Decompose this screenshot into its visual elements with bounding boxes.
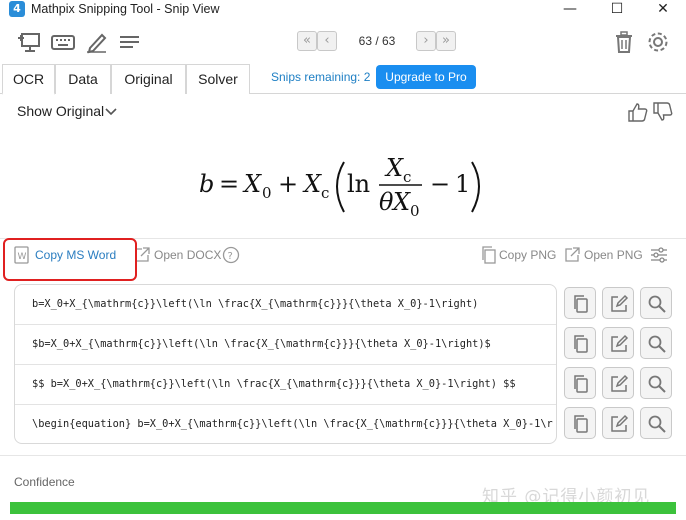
confidence-bar xyxy=(10,502,676,514)
trash-icon[interactable] xyxy=(611,30,637,54)
latex-row[interactable]: \begin{equation} b=X_0+X_{\mathrm{c}}\le… xyxy=(15,405,556,443)
math-preview: b = X 0 + X c ln X c θ X 0 − 1 xyxy=(0,128,686,236)
tab-solver[interactable]: Solver xyxy=(186,64,250,94)
search-icon xyxy=(648,295,666,313)
math-plus: + xyxy=(278,170,298,198)
maximize-button[interactable]: ☐ xyxy=(594,0,640,20)
edit-icon xyxy=(611,294,629,312)
copy-png-icon xyxy=(480,246,498,264)
thumbs-down-icon[interactable] xyxy=(652,101,674,123)
latex-row[interactable]: $b=X_0+X_{\mathrm{c}}\left(\ln \frac{X_{… xyxy=(15,325,556,365)
chevron-down-icon[interactable] xyxy=(104,104,118,118)
title-bar: 4 Mathpix Snipping Tool - Snip View — ☐ … xyxy=(0,0,686,20)
right-paren xyxy=(471,161,480,213)
copy-icon xyxy=(574,335,588,353)
snip-counter: 63 / 63 xyxy=(358,34,396,48)
search-row-3-button[interactable] xyxy=(640,367,672,399)
highlight-annotation-box xyxy=(3,238,137,281)
tab-ocr[interactable]: OCR xyxy=(2,64,55,95)
confidence-bar-fill xyxy=(10,502,676,514)
math-sub-c: c xyxy=(321,184,329,202)
prev-snip-button[interactable]: ‹ xyxy=(317,31,337,51)
confidence-label: Confidence xyxy=(14,475,75,489)
keyboard-icon[interactable] xyxy=(50,30,76,54)
first-snip-button[interactable]: « xyxy=(297,31,317,51)
edit-icon xyxy=(611,374,629,392)
copy-row-2-button[interactable] xyxy=(564,327,596,359)
search-icon xyxy=(648,335,666,353)
last-snip-button[interactable]: » xyxy=(436,31,456,51)
open-png-button[interactable]: Open PNG xyxy=(584,248,643,262)
latex-results-list: b=X_0+X_{\mathrm{c}}\left(\ln \frac{X_{\… xyxy=(14,284,557,444)
window-title: Mathpix Snipping Tool - Snip View xyxy=(31,2,220,16)
minimize-button[interactable]: — xyxy=(547,0,593,20)
open-docx-button[interactable]: Open DOCX xyxy=(154,248,221,262)
math-frac-num-x: X xyxy=(384,154,404,182)
math-frac-den-x: X xyxy=(391,188,411,216)
math-sub-0: 0 xyxy=(262,184,272,202)
math-ln: ln xyxy=(347,170,370,198)
screen-snip-icon[interactable] xyxy=(17,30,43,54)
tab-original[interactable]: Original xyxy=(111,64,186,94)
left-paren xyxy=(336,161,345,213)
tab-bar: OCR Data Original Solver Snips remaining… xyxy=(0,62,686,95)
settings-sliders-icon[interactable] xyxy=(650,246,668,264)
latex-row[interactable]: $$ b=X_0+X_{\mathrm{c}}\left(\ln \frac{X… xyxy=(15,365,556,405)
copy-row-4-button[interactable] xyxy=(564,407,596,439)
copy-png-button[interactable]: Copy PNG xyxy=(499,248,556,262)
thumbs-up-icon[interactable] xyxy=(627,101,649,123)
copy-icon xyxy=(574,295,588,313)
math-b: b xyxy=(199,170,214,198)
show-original-toggle[interactable]: Show Original xyxy=(17,103,104,119)
math-x0: X xyxy=(242,170,262,198)
math-minus: − xyxy=(430,170,450,198)
close-button[interactable]: ✕ xyxy=(640,0,686,20)
search-row-1-button[interactable] xyxy=(640,287,672,319)
copy-icon xyxy=(574,375,588,393)
help-icon[interactable]: ? xyxy=(222,246,240,264)
edit-icon xyxy=(611,414,629,432)
menu-icon[interactable] xyxy=(117,30,143,54)
upgrade-button[interactable]: Upgrade to Pro xyxy=(376,65,476,89)
snips-remaining: Snips remaining: 2 xyxy=(271,70,371,84)
svg-text:?: ? xyxy=(228,251,233,262)
math-equals: = xyxy=(219,170,239,198)
search-icon xyxy=(648,375,666,393)
math-theta: θ xyxy=(379,188,394,216)
math-frac-den-sub: 0 xyxy=(410,202,420,220)
latex-row[interactable]: b=X_0+X_{\mathrm{c}}\left(\ln \frac{X_{\… xyxy=(15,285,556,325)
toolbar: « ‹ 63 / 63 › » xyxy=(0,22,686,62)
open-png-icon xyxy=(563,246,581,264)
tab-data[interactable]: Data xyxy=(55,64,111,94)
search-row-4-button[interactable] xyxy=(640,407,672,439)
copy-icon xyxy=(574,415,588,433)
edit-icon xyxy=(611,334,629,352)
footer-divider xyxy=(0,455,686,456)
math-xc: X xyxy=(302,170,322,198)
search-icon xyxy=(648,415,666,433)
search-row-2-button[interactable] xyxy=(640,327,672,359)
math-frac-num-sub: c xyxy=(403,168,411,186)
handwriting-icon[interactable] xyxy=(84,30,110,54)
edit-row-1-button[interactable] xyxy=(602,287,634,319)
app-logo: 4 xyxy=(9,1,25,17)
copy-row-3-button[interactable] xyxy=(564,367,596,399)
next-snip-button[interactable]: › xyxy=(416,31,436,51)
edit-row-4-button[interactable] xyxy=(602,407,634,439)
edit-row-3-button[interactable] xyxy=(602,367,634,399)
edit-row-2-button[interactable] xyxy=(602,327,634,359)
math-one: 1 xyxy=(455,170,470,198)
gear-icon[interactable] xyxy=(645,30,671,54)
copy-row-1-button[interactable] xyxy=(564,287,596,319)
